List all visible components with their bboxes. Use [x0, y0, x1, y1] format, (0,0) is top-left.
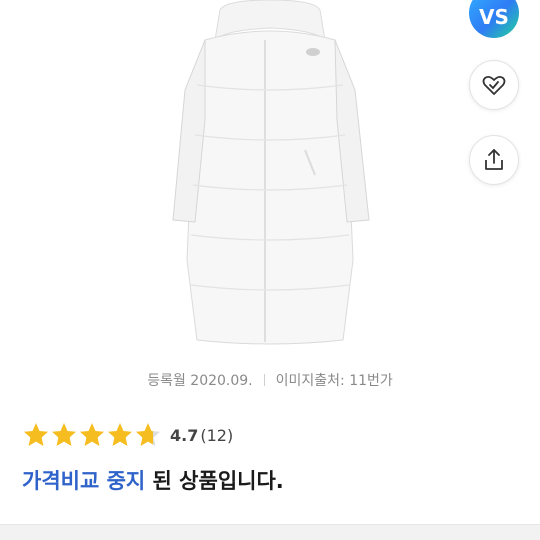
share-icon [485, 149, 503, 170]
share-button[interactable] [469, 135, 519, 185]
product-meta: 등록월 2020.09. 이미지출처: 11번가 [0, 370, 540, 390]
star-icon [136, 423, 160, 446]
price-compare-notice: 가격비교 중지 된 상품입니다. [22, 465, 284, 495]
meta-divider [263, 374, 265, 386]
rating-score: 4.7 [170, 425, 199, 445]
vs-label: VS [479, 5, 509, 29]
rating-row[interactable]: 4.7 (12) [22, 421, 233, 449]
star-rating [22, 421, 162, 449]
product-image[interactable] [165, 0, 375, 350]
vs-compare-button[interactable]: VS [469, 0, 519, 38]
wishlist-button[interactable] [469, 60, 519, 110]
heart-check-icon [482, 75, 506, 95]
section-divider [0, 524, 540, 540]
image-source: 이미지출처: 11번가 [275, 373, 393, 389]
registered-date: 등록월 2020.09. [147, 373, 253, 389]
star-icon [80, 423, 104, 446]
star-icon [108, 423, 132, 446]
product-image-area[interactable] [0, 0, 540, 360]
star-icon [24, 423, 48, 446]
review-count[interactable]: (12) [200, 426, 233, 445]
notice-text: 된 상품입니다. [145, 469, 284, 493]
star-icon [52, 423, 76, 446]
notice-highlight: 가격비교 중지 [22, 469, 146, 493]
side-actions: VS [460, 0, 540, 200]
